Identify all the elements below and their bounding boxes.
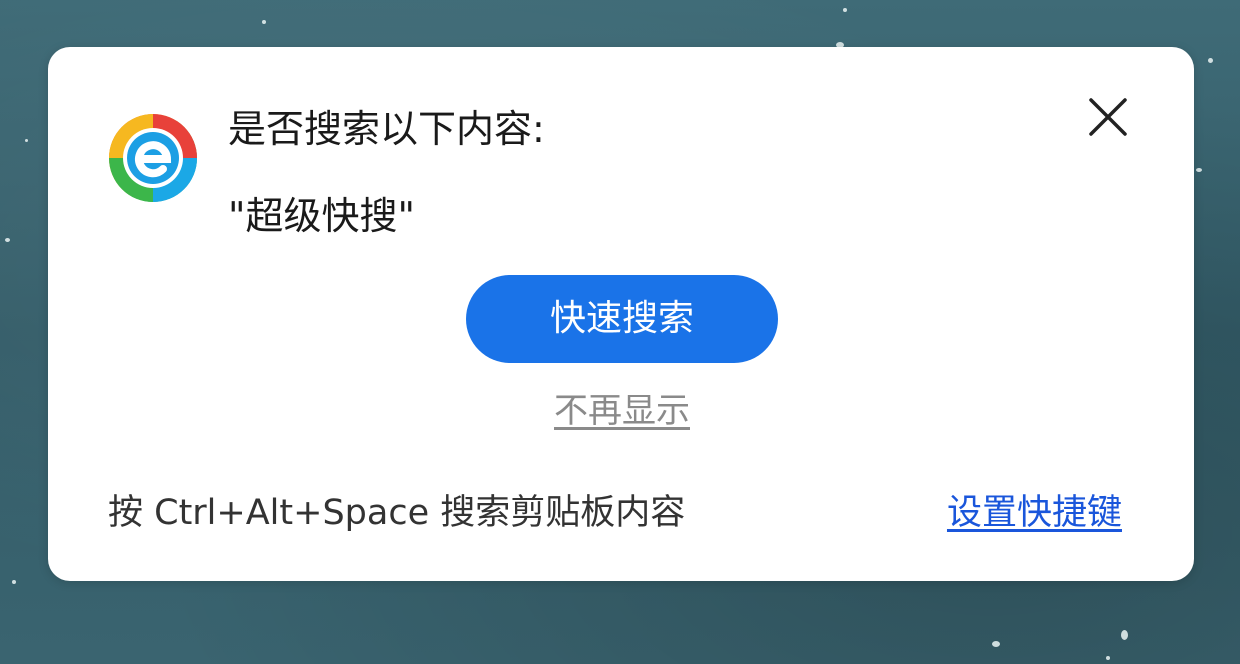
search-query-text: "超级快搜"	[228, 194, 415, 238]
background-speck	[1208, 58, 1213, 63]
background-speck	[992, 641, 1000, 647]
background-speck	[1121, 630, 1128, 640]
background-speck	[12, 580, 16, 584]
set-shortcut-link[interactable]: 设置快捷键	[947, 489, 1122, 537]
search-prompt-dialog: 是否搜索以下内容: "超级快搜" 快速搜索 不再显示 按 Ctrl+Alt+Sp…	[48, 47, 1194, 581]
background-speck	[262, 20, 266, 24]
background-speck	[843, 8, 847, 12]
background-speck	[1196, 168, 1202, 172]
background-speck	[1106, 656, 1110, 660]
prompt-title: 是否搜索以下内容:	[228, 107, 545, 151]
browser-logo-icon	[108, 113, 198, 203]
quick-search-button[interactable]: 快速搜索	[466, 275, 778, 363]
background-speck	[25, 139, 28, 142]
close-icon	[1089, 98, 1127, 136]
background-speck	[5, 238, 10, 242]
shortcut-hint-text: 按 Ctrl+Alt+Space 搜索剪贴板内容	[108, 493, 686, 533]
close-button[interactable]	[1084, 93, 1132, 141]
dont-show-again-link[interactable]: 不再显示	[466, 387, 778, 435]
